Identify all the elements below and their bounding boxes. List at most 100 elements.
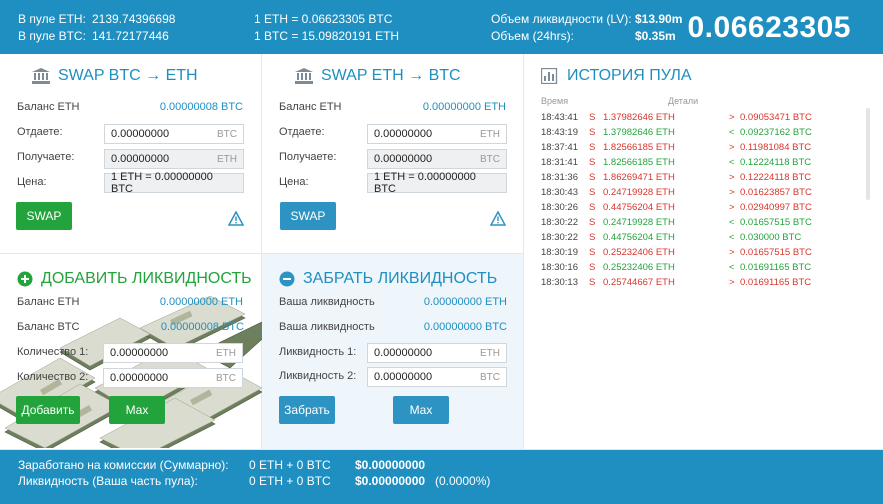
history-direction: > [729,172,735,183]
add-qty1-label: Количество 1: [17,346,89,358]
add-balance-eth-value: 0.00000000 ETH [159,296,243,308]
remove-max-button[interactable]: Max [393,396,449,424]
swap2-receive-label: Получаете: [279,151,337,163]
remove-your-liq2-value: 0.00000000 BTC [423,321,507,333]
swap2-balance-value: 0.00000000 ETH [422,101,506,113]
warning-icon[interactable] [490,211,506,226]
history-direction: < [729,157,735,168]
swap1-give-unit: BTC [217,128,237,140]
swap-btc-eth-title-text: SWAP BTC → ETH [58,67,198,84]
pool-history-title: ИСТОРИЯ ПУЛА [541,67,692,85]
warning-icon[interactable] [228,211,244,226]
history-type: S [589,157,596,168]
swap1-give-input[interactable]: 0.00000000 BTC [104,124,244,144]
history-row: 18:31:41 S 1.82566185 ETH <0.12224118 BTC [541,157,871,172]
history-direction: < [729,262,735,273]
history-direction: > [729,202,735,213]
add-liquidity-title-text: ДОБАВИТЬ ЛИКВИДНОСТЬ [41,270,252,287]
rate-eth-btc: 1 ETH = 0.06623305 BTC [254,12,393,26]
history-row: 18:43:19 S 1.37982646 ETH <0.09237162 BTC [541,127,871,142]
chart-icon [541,68,558,84]
pool-eth-label: В пуле ETH: [18,12,86,26]
history-row: 18:30:13 S 0.25744667 ETH >0.01691165 BTC [541,277,871,292]
history-eth-amount: 0.24719928 ETH [603,217,675,228]
swap2-receive-unit: BTC [480,153,500,165]
swap2-give-unit: ETH [480,128,500,140]
history-time: 18:31:41 [541,157,578,168]
swap1-price-field: 1 ETH = 0.00000000 BTC [104,171,244,195]
swap-btc-eth-title: SWAP BTC → ETH [32,67,198,85]
history-time: 18:30:43 [541,187,578,198]
history-time: 18:43:41 [541,112,578,123]
history-row: 18:30:43 S 0.24719928 ETH >0.01623857 BTC [541,187,871,202]
pool-btc-value: 141.72177446 [92,29,169,43]
volume-24h-value: $0.35m [635,29,676,43]
add-qty1-value: 0.00000000 [110,347,169,359]
history-btc-amount: 0.01691165 BTC [740,277,812,288]
history-btc-amount: 0.12224118 BTC [740,157,812,168]
your-liquidity-label: Ликвидность (Ваша часть пула): [18,474,198,488]
add-liquidity-title: ДОБАВИТЬ ЛИКВИДНОСТЬ [17,270,252,288]
remove-liq1-input[interactable]: 0.00000000 ETH [367,343,507,363]
swap2-price-label: Цена: [279,176,309,188]
swap1-give-value: 0.00000000 [111,128,170,140]
history-time: 18:30:16 [541,262,578,273]
history-btc-amount: 0.02940997 BTC [740,202,812,213]
your-liquidity-percent: (0.0000%) [435,474,491,488]
add-qty1-input[interactable]: 0.00000000 ETH [103,343,243,363]
pool-eth: В пуле ETH: 2139.74396698 [18,12,175,27]
swap2-give-value: 0.00000000 [374,128,433,140]
history-direction: > [729,187,735,198]
add-max-button[interactable]: Max [109,396,165,424]
swap-eth-btc-button[interactable]: SWAP [280,202,336,230]
history-direction: < [729,217,735,228]
swap2-receive-value: 0.00000000 [374,153,433,165]
swap1-price-value: 1 ETH = 0.00000000 BTC [111,171,213,195]
bank-icon [32,68,50,84]
history-btc-amount: 0.09053471 BTC [740,112,812,123]
history-btc-amount: 0.12224118 BTC [740,172,812,183]
swap2-give-input[interactable]: 0.00000000 ETH [367,124,507,144]
history-eth-amount: 1.37982646 ETH [603,127,675,138]
swap-btc-eth-button[interactable]: SWAP [16,202,72,230]
history-eth-amount: 1.82566185 ETH [603,157,675,168]
history-scrollbar[interactable] [866,108,870,200]
your-liquidity-usd: $0.00000000 [355,474,426,488]
swap-btc-eth-panel: SWAP BTC → ETH Баланс ETH 0.00000008 BTC… [0,54,262,254]
history-direction: > [729,247,735,258]
pool-btc: В пуле BTC: 141.72177446 [18,29,169,44]
history-type: S [589,277,596,288]
remove-liq1-label: Ликвидность 1: [279,346,357,358]
history-direction: < [729,232,735,243]
history-type: S [589,172,596,183]
history-btc-amount: 0.11981084 BTC [740,142,812,153]
history-row: 18:31:36 S 1.86269471 ETH >0.12224118 BTC [541,172,871,187]
history-type: S [589,187,596,198]
remove-liq1-unit: ETH [480,347,500,359]
add-qty2-input[interactable]: 0.00000000 BTC [103,368,243,388]
remove-liq2-input[interactable]: 0.00000000 BTC [367,367,507,387]
swap2-price-value: 1 ETH = 0.00000000 BTC [374,171,476,195]
history-time: 18:31:36 [541,172,578,183]
history-btc-amount: 0.01657515 BTC [740,217,812,228]
add-liquidity-button[interactable]: Добавить [16,396,80,424]
pool-eth-value: 2139.74396698 [92,12,176,26]
add-balance-btc-label: Баланс BTC [17,321,80,333]
swap1-balance-label: Баланс ETH [17,101,80,113]
history-type: S [589,202,596,213]
history-eth-amount: 0.24719928 ETH [603,187,675,198]
history-eth-amount: 0.25232406 ETH [603,262,675,273]
history-direction: > [729,277,735,288]
history-time: 18:30:26 [541,202,578,213]
history-btc-amount: 0.030000 BTC [740,232,802,243]
history-btc-amount: 0.01691165 BTC [740,262,812,273]
add-qty1-unit: ETH [216,347,236,359]
history-btc-amount: 0.09237162 BTC [740,127,812,138]
remove-liquidity-button[interactable]: Забрать [279,396,335,424]
volume-24h: Объем (24hrs): $0.35m [491,29,676,44]
swap2-receive-field: 0.00000000 BTC [367,149,507,169]
liquidity-volume: Объем ликвидности (LV): $13.90m [491,12,682,27]
add-qty2-label: Количество 2: [17,371,89,383]
history-row: 18:30:22 S 0.44756204 ETH <0.030000 BTC [541,232,871,247]
earned-amounts: 0 ETH + 0 BTC [249,458,331,472]
